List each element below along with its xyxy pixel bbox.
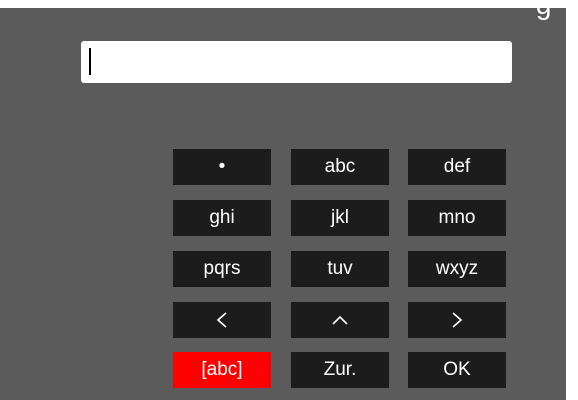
chevron-up-icon xyxy=(331,314,349,326)
key-def[interactable]: def xyxy=(408,149,506,185)
back-button[interactable]: Zur. xyxy=(291,352,389,388)
text-input-field[interactable] xyxy=(81,41,512,83)
chevron-right-icon xyxy=(450,311,464,329)
key-ghi[interactable]: ghi xyxy=(173,200,271,236)
cursor-up-button[interactable] xyxy=(291,302,389,338)
ok-button[interactable]: OK xyxy=(408,352,506,388)
chevron-left-icon xyxy=(215,311,229,329)
key-pqrs[interactable]: pqrs xyxy=(173,251,271,287)
keypad-panel: g • abc def ghi jkl mno pqrs tuv wxyz [a… xyxy=(0,0,566,400)
header-title-fragment: g xyxy=(535,0,552,20)
keypad-screen: g • abc def ghi jkl mno pqrs tuv wxyz [a… xyxy=(0,0,578,400)
key-dot[interactable]: • xyxy=(173,149,271,185)
key-mno[interactable]: mno xyxy=(408,200,506,236)
key-tuv[interactable]: tuv xyxy=(291,251,389,287)
key-jkl[interactable]: jkl xyxy=(291,200,389,236)
cursor-right-button[interactable] xyxy=(408,302,506,338)
mode-abc-button[interactable]: [abc] xyxy=(173,352,271,388)
cursor-left-button[interactable] xyxy=(173,302,271,338)
key-wxyz[interactable]: wxyz xyxy=(408,251,506,287)
text-caret xyxy=(89,48,91,75)
key-abc[interactable]: abc xyxy=(291,149,389,185)
